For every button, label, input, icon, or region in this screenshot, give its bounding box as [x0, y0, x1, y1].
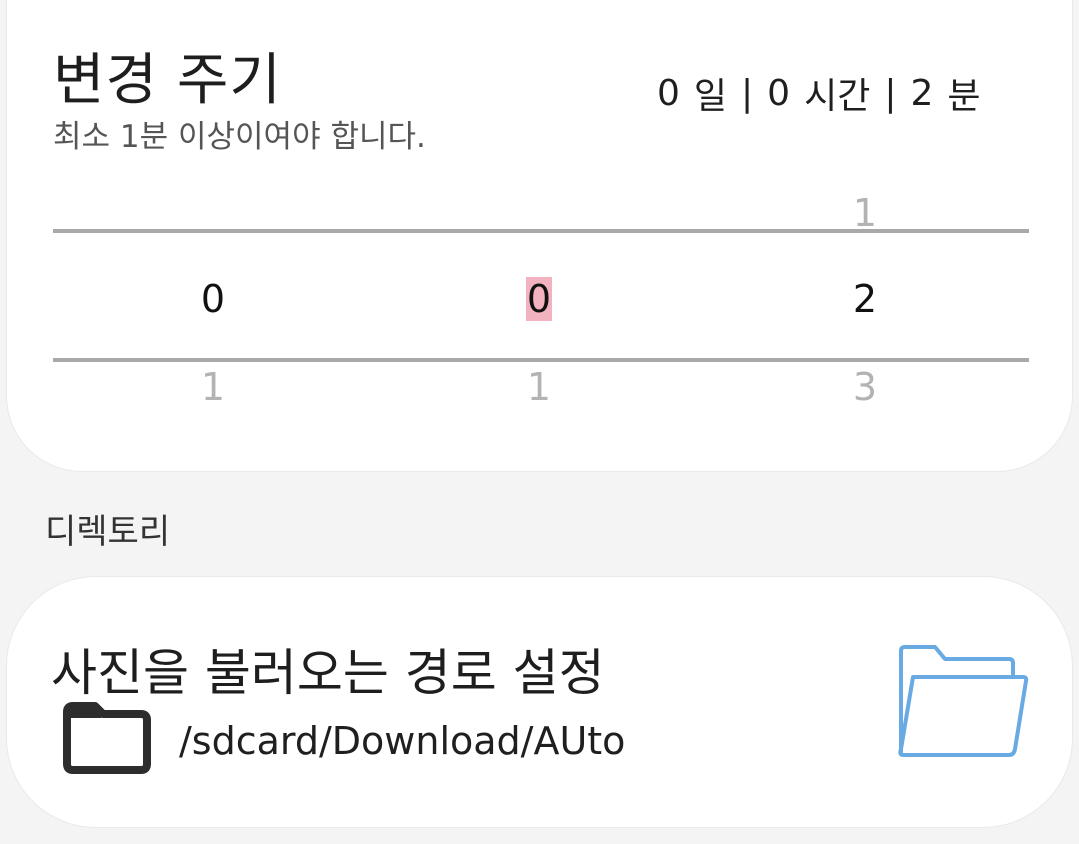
hour-picker-next[interactable]: 1 — [499, 365, 579, 409]
day-picker-next[interactable]: 1 — [173, 365, 253, 409]
directory-section-label: 디렉토리 — [45, 512, 171, 552]
summary-separator: | — [884, 72, 897, 114]
minute-picker-next[interactable]: 3 — [825, 365, 905, 409]
interval-subtitle: 최소 1분 이상이여야 합니다. — [53, 119, 426, 155]
directory-path: /sdcard/Download/AUto — [179, 719, 626, 763]
directory-title: 사진을 불러오는 경로 설정 — [51, 644, 605, 702]
minute-picker-current[interactable]: 2 — [825, 277, 905, 321]
page: 변경 주기 최소 1분 이상이여야 합니다. 0 일 | 0 시간 | 2 분 … — [0, 0, 1079, 844]
interval-summary: 0 일 | 0 시간 | 2 분 — [657, 67, 981, 119]
interval-card: 변경 주기 최소 1분 이상이여야 합니다. 0 일 | 0 시간 | 2 분 … — [6, 0, 1073, 472]
folder-open-icon[interactable] — [891, 643, 1029, 761]
summary-minute-unit: 분 — [947, 76, 981, 117]
summary-hours: 0 — [767, 72, 791, 114]
summary-hour-unit: 시간 — [804, 76, 871, 117]
hour-picker-current[interactable]: 0 — [499, 277, 579, 321]
summary-day-unit: 일 — [693, 76, 728, 117]
summary-minutes: 2 — [910, 72, 934, 114]
picker-bottom-divider — [53, 358, 1029, 362]
summary-separator: | — [741, 72, 754, 114]
folder-icon — [61, 702, 151, 774]
summary-days: 0 — [657, 72, 680, 114]
interval-title: 변경 주기 — [53, 48, 282, 113]
day-picker-current[interactable]: 0 — [173, 277, 253, 321]
minute-picker-prev[interactable]: 1 — [825, 191, 905, 235]
directory-card[interactable]: 사진을 불러오는 경로 설정 /sdcard/Download/AUto — [6, 576, 1073, 828]
hour-picker-current-value[interactable]: 0 — [525, 277, 553, 321]
